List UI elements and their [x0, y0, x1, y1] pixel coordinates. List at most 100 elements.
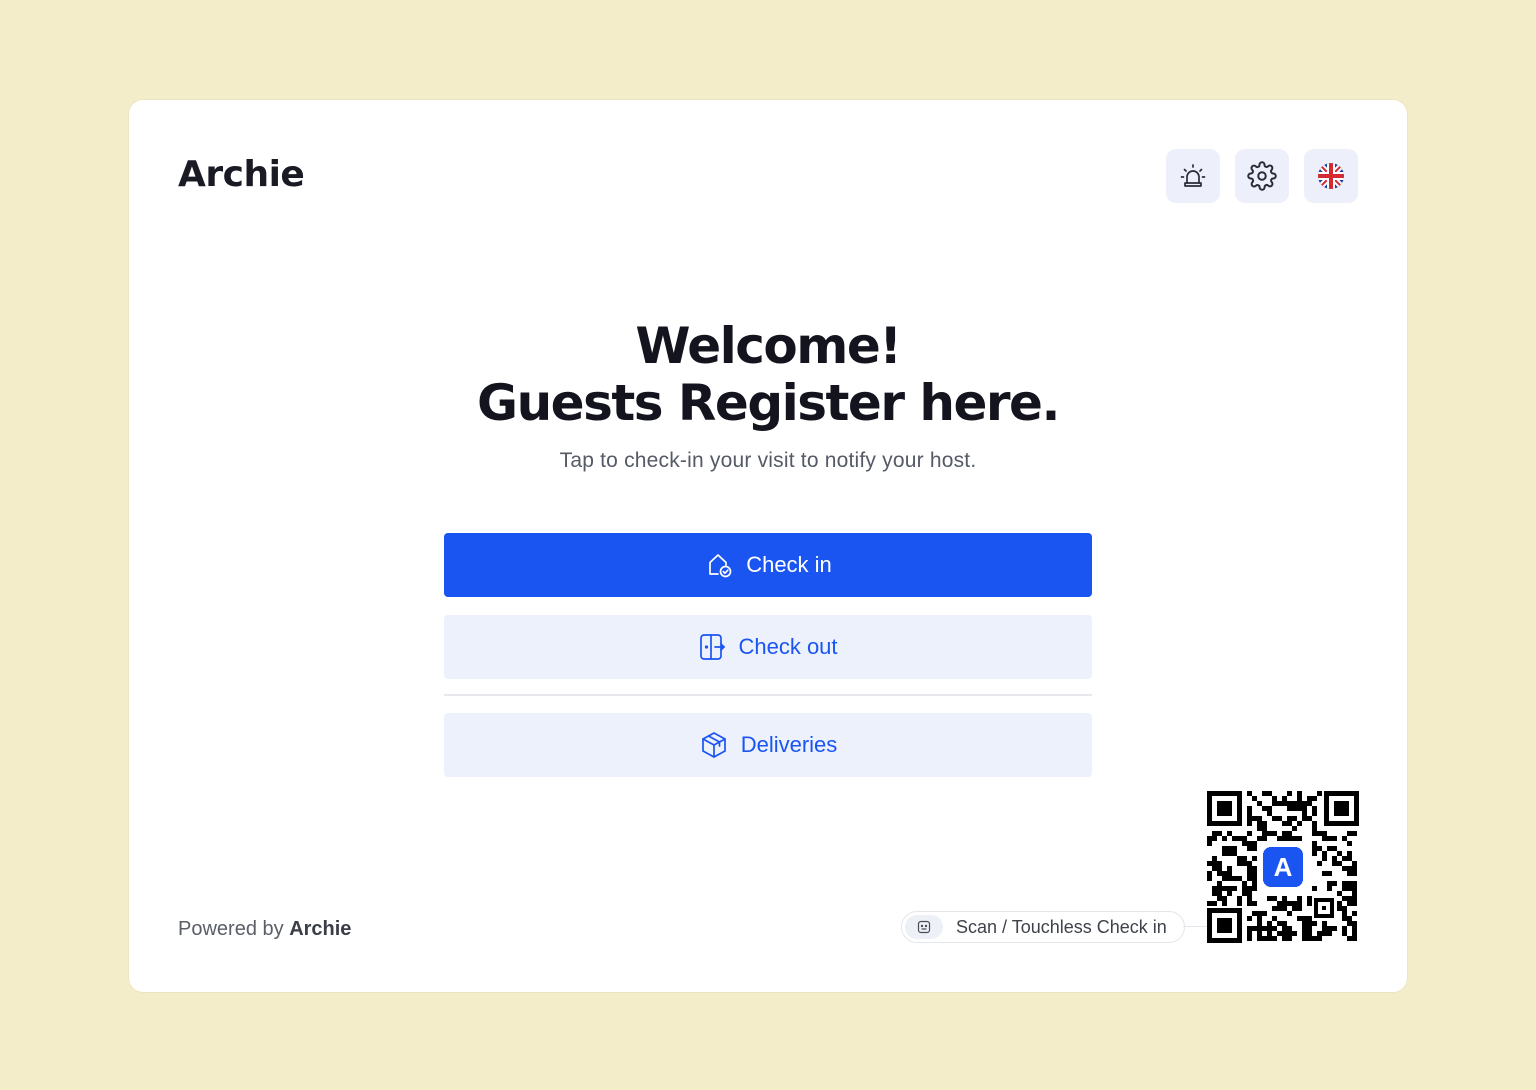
qr-module [1342, 926, 1347, 931]
qr-module [1342, 931, 1347, 936]
qr-module [1317, 791, 1322, 796]
qr-module [1292, 816, 1297, 821]
check-out-button[interactable]: Check out [444, 615, 1092, 679]
qr-module [1277, 901, 1282, 906]
qr-module [1272, 936, 1277, 941]
language-button[interactable] [1304, 149, 1358, 203]
qr-module [1217, 896, 1222, 901]
qr-module [1312, 841, 1317, 846]
qr-module [1237, 861, 1242, 866]
qr-module [1282, 926, 1287, 931]
qr-module [1217, 871, 1222, 876]
qr-module [1252, 926, 1257, 931]
qr-module [1277, 836, 1282, 841]
touchless-check-in-pill[interactable]: Scan / Touchless Check in [901, 911, 1185, 943]
qr-module [1327, 886, 1332, 891]
qr-module [1332, 861, 1337, 866]
settings-button[interactable] [1235, 149, 1289, 203]
qr-module [1247, 876, 1252, 881]
qr-module [1282, 831, 1287, 836]
qr-module [1292, 906, 1297, 911]
qr-module [1342, 906, 1347, 911]
qr-module [1307, 801, 1312, 806]
qr-module [1247, 896, 1252, 901]
qr-module [1282, 896, 1287, 901]
scan-icon-wrap [905, 915, 943, 939]
qr-module [1222, 851, 1227, 856]
qr-module [1262, 926, 1267, 931]
qr-module [1267, 831, 1272, 836]
qr-module [1237, 901, 1242, 906]
qr-module [1347, 831, 1352, 836]
qr-module [1287, 911, 1292, 916]
qr-module [1252, 816, 1257, 821]
qr-module [1257, 816, 1262, 821]
qr-module [1282, 921, 1287, 926]
welcome-section: Welcome! Guests Register here. Tap to ch… [129, 318, 1407, 473]
qr-module [1292, 801, 1297, 806]
qr-module [1347, 856, 1352, 861]
qr-module [1302, 816, 1307, 821]
qr-module [1242, 886, 1247, 891]
qr-module [1247, 861, 1252, 866]
qr-module [1232, 851, 1237, 856]
qr-module [1247, 866, 1252, 871]
qr-module [1302, 801, 1307, 806]
qr-module [1252, 886, 1257, 891]
qr-module [1322, 851, 1327, 856]
qr-module [1252, 856, 1257, 861]
qr-module [1347, 901, 1352, 906]
scan-face-icon [917, 920, 931, 934]
qr-module [1237, 876, 1242, 881]
qr-module [1287, 801, 1292, 806]
qr-module [1332, 836, 1337, 841]
deliveries-button[interactable]: Deliveries [444, 713, 1092, 777]
qr-module [1322, 856, 1327, 861]
qr-module [1232, 846, 1237, 851]
qr-module [1297, 791, 1302, 796]
qr-module [1217, 831, 1222, 836]
qr-module [1242, 841, 1247, 846]
qr-module [1252, 796, 1257, 801]
qr-module [1352, 871, 1357, 876]
qr-module [1272, 896, 1277, 901]
qr-module [1227, 891, 1232, 896]
qr-module [1252, 846, 1257, 851]
alarm-button[interactable] [1166, 149, 1220, 203]
qr-module [1347, 921, 1352, 926]
qr-module [1302, 936, 1307, 941]
qr-module [1287, 936, 1292, 941]
qr-module [1352, 866, 1357, 871]
qr-module [1207, 836, 1212, 841]
qr-module [1312, 806, 1317, 811]
qr-module [1282, 801, 1287, 806]
qr-module [1222, 836, 1227, 841]
qr-code[interactable]: A [1207, 791, 1359, 943]
qr-module [1287, 816, 1292, 821]
qr-module [1287, 831, 1292, 836]
qr-module [1262, 831, 1267, 836]
qr-module [1302, 806, 1307, 811]
qr-module [1317, 831, 1322, 836]
qr-module [1287, 821, 1292, 826]
qr-module [1207, 861, 1212, 866]
qr-module [1352, 931, 1357, 936]
qr-module [1322, 831, 1327, 836]
qr-module [1287, 836, 1292, 841]
qr-module [1352, 926, 1357, 931]
qr-module [1252, 871, 1257, 876]
qr-module [1327, 931, 1332, 936]
qr-module [1317, 861, 1322, 866]
qr-module [1207, 871, 1212, 876]
check-out-label: Check out [738, 634, 838, 659]
check-in-button[interactable]: Check in [444, 533, 1092, 597]
qr-module [1337, 906, 1342, 911]
deliveries-label: Deliveries [740, 732, 838, 757]
qr-module [1352, 901, 1357, 906]
qr-module [1217, 886, 1222, 891]
qr-module [1307, 901, 1312, 906]
qr-module [1252, 866, 1257, 871]
scan-label: Scan / Touchless Check in [956, 916, 1167, 937]
qr-module [1312, 811, 1317, 816]
qr-module [1272, 906, 1277, 911]
